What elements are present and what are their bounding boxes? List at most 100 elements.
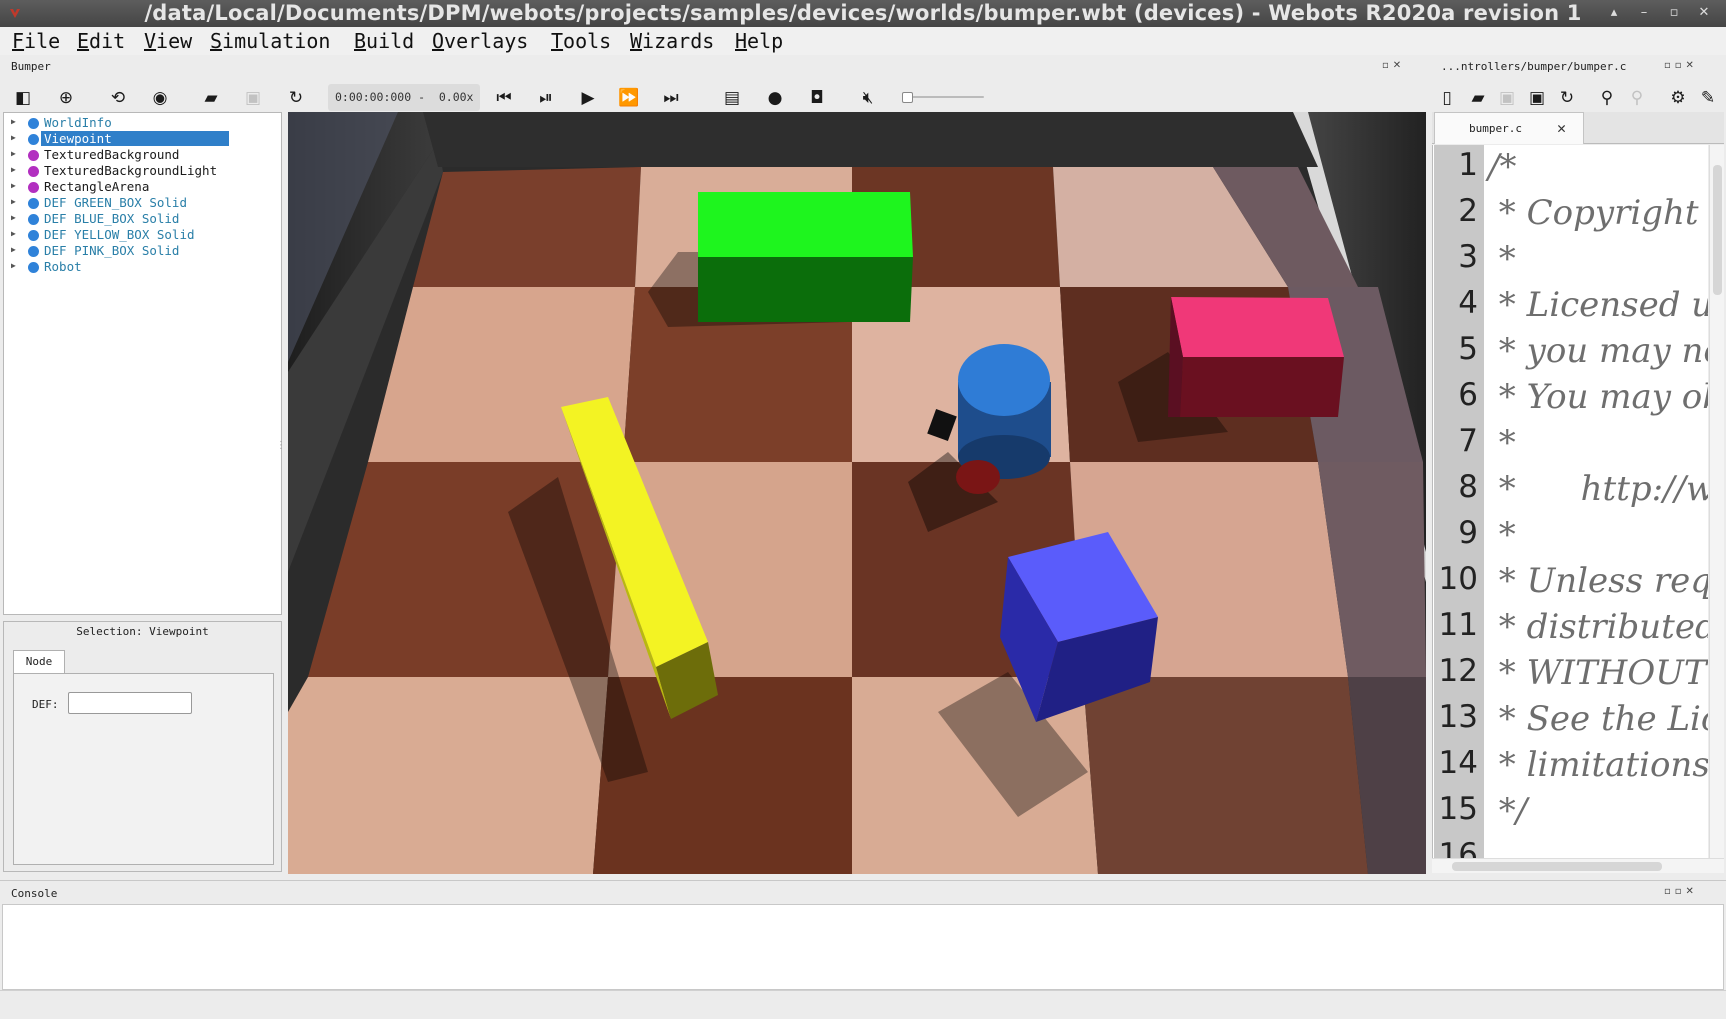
save-world-icon[interactable]: ▣ [240, 85, 266, 111]
step-icon[interactable]: ⏯ [533, 85, 559, 111]
expand-arrow-icon[interactable]: ▶ [11, 261, 16, 270]
show-eye-icon[interactable]: ◉ [147, 85, 173, 111]
menu-overlays[interactable]: Overlays [432, 29, 528, 53]
code-line: 12 * WITHOUT W [1438, 653, 1707, 693]
menu-simulation[interactable]: Simulation [210, 29, 330, 53]
tree-item-label: DEF PINK_BOX Solid [44, 243, 180, 258]
splitter-handle-vertical[interactable]: ⋮ [276, 440, 286, 451]
tree-item-rectanglearena[interactable]: ▶ RectangleArena [4, 179, 280, 195]
reset-viewpoint-icon[interactable]: ⟲ [105, 85, 131, 111]
fastest-icon[interactable]: ⏭ [658, 85, 684, 111]
menu-build[interactable]: Build [354, 29, 414, 53]
code-line: 14 * limitations u [1438, 745, 1708, 785]
expand-arrow-icon[interactable]: ▶ [11, 197, 16, 206]
console-output[interactable] [2, 904, 1724, 990]
tree-item-label: Robot [44, 259, 82, 274]
tree-item-label: TexturedBackground [44, 147, 180, 162]
menu-file[interactable]: File [12, 29, 60, 53]
tab-node[interactable]: Node [13, 650, 65, 674]
screenshot-camera-icon[interactable]: ◘ [804, 85, 830, 111]
left-panel-title: Bumper [11, 60, 51, 73]
record-animation-icon[interactable]: ● [762, 85, 788, 111]
record-movie-icon[interactable]: ▤ [719, 85, 745, 111]
tree-item-robot[interactable]: ▶ Robot [4, 259, 280, 275]
editor-horizontal-scrollbar[interactable] [1432, 858, 1724, 873]
tree-item-viewpoint[interactable]: ▶ Viewpoint [4, 131, 280, 147]
expand-arrow-icon[interactable]: ▶ [11, 229, 16, 238]
tree-item-label: Viewpoint [41, 131, 229, 146]
editor-vertical-scrollbar[interactable] [1709, 145, 1724, 858]
menu-edit[interactable]: Edit [77, 29, 125, 53]
reset-simulation-icon[interactable]: ⏮ [491, 85, 517, 111]
tree-item-texturedbackground[interactable]: ▶ TexturedBackground [4, 147, 280, 163]
code-line: 3 * [1458, 239, 1516, 279]
open-world-icon[interactable]: ▰ [198, 85, 224, 111]
code-line: 6 * You may ob [1458, 377, 1708, 417]
save-all-icon[interactable]: ▣ [1524, 85, 1550, 111]
tab-bumper-c[interactable]: bumper.c ✕ [1434, 112, 1584, 144]
console-dock-buttons[interactable]: ▫▫✕ [1664, 886, 1698, 897]
volume-slider[interactable] [902, 92, 984, 103]
code-line: 13 * See the Licen [1438, 699, 1708, 739]
volume-slider-handle[interactable] [902, 92, 913, 103]
node-ball-icon [28, 118, 39, 129]
open-file-icon[interactable]: ▰ [1465, 85, 1491, 111]
tree-item-label: TexturedBackgroundLight [44, 163, 218, 178]
scrollbar-thumb[interactable] [1452, 862, 1662, 871]
3d-viewport[interactable] [288, 112, 1426, 874]
expand-arrow-icon[interactable]: ▶ [11, 117, 16, 126]
proto-ball-icon [28, 166, 39, 177]
scrollbar-thumb[interactable] [1713, 165, 1722, 295]
menu-tools[interactable]: Tools [551, 29, 611, 53]
editor-dock-buttons[interactable]: ▫▫✕ [1664, 60, 1698, 71]
build-gear-icon[interactable]: ⚙ [1665, 85, 1691, 111]
menu-wizards[interactable]: Wizards [630, 29, 714, 53]
toggle-scene-tree-icon[interactable]: ◧ [10, 85, 36, 111]
expand-arrow-icon[interactable]: ▶ [11, 245, 16, 254]
expand-arrow-icon[interactable]: ▶ [11, 181, 16, 190]
def-input[interactable] [68, 692, 192, 714]
play-icon[interactable]: ▶ [575, 85, 601, 111]
node-ball-icon [28, 262, 39, 273]
revert-file-icon[interactable]: ↻ [1554, 85, 1580, 111]
expand-arrow-icon[interactable]: ▶ [11, 149, 16, 158]
add-node-icon[interactable]: ⊕ [53, 85, 79, 111]
menu-bar: File Edit View Simulation Build Overlays… [0, 27, 1726, 55]
tree-item-yellow-box[interactable]: ▶ DEF YELLOW_BOX Solid [4, 227, 280, 243]
pink-box[interactable] [1168, 297, 1344, 417]
mute-sound-icon[interactable]: 🔇︎ [855, 85, 881, 111]
code-line: 8 * http://ww [1458, 469, 1708, 509]
node-ball-icon [28, 198, 39, 209]
tree-item-worldinfo[interactable]: ▶ WorldInfo [4, 115, 280, 131]
clean-broom-icon[interactable]: ✎ [1695, 85, 1721, 111]
save-file-icon[interactable]: ▣ [1494, 85, 1520, 111]
expand-arrow-icon[interactable]: ▶ [11, 133, 16, 142]
node-ball-icon [28, 214, 39, 225]
expand-arrow-icon[interactable]: ▶ [11, 165, 16, 174]
replace-icon[interactable]: ⚲ [1624, 85, 1650, 111]
menu-help[interactable]: Help [735, 29, 783, 53]
code-editor[interactable]: 1/* 2 * Copyright 19 3 * 4 * Licensed un… [1432, 145, 1708, 858]
code-line: 1/* [1458, 147, 1517, 187]
reload-world-icon[interactable]: ↻ [283, 85, 309, 111]
find-icon[interactable]: ⚲ [1594, 85, 1620, 111]
menu-view[interactable]: View [144, 29, 192, 53]
code-line: 4 * Licensed und [1458, 285, 1708, 325]
node-ball-icon [28, 246, 39, 257]
green-box[interactable] [698, 192, 913, 322]
shade-window-button[interactable]: ▴ [1606, 5, 1622, 20]
tree-item-texturedbackgroundlight[interactable]: ▶ TexturedBackgroundLight [4, 163, 280, 179]
close-window-button[interactable]: ✕ [1696, 5, 1712, 20]
tree-item-pink-box[interactable]: ▶ DEF PINK_BOX Solid [4, 243, 280, 259]
maximize-window-button[interactable]: ▫ [1666, 5, 1682, 20]
close-tab-icon[interactable]: ✕ [1557, 119, 1566, 137]
tree-item-green-box[interactable]: ▶ DEF GREEN_BOX Solid [4, 195, 280, 211]
fast-forward-icon[interactable]: ⏩ [616, 85, 642, 111]
main-dock-buttons[interactable]: ▫✕ [1382, 60, 1405, 71]
tree-item-blue-box[interactable]: ▶ DEF BLUE_BOX Solid [4, 211, 280, 227]
expand-arrow-icon[interactable]: ▶ [11, 213, 16, 222]
console-title: Console [11, 887, 58, 900]
minimize-window-button[interactable]: – [1636, 5, 1652, 20]
new-file-icon[interactable]: ▯ [1434, 85, 1460, 111]
window-titlebar: /data/Local/Documents/DPM/webots/project… [0, 0, 1726, 27]
